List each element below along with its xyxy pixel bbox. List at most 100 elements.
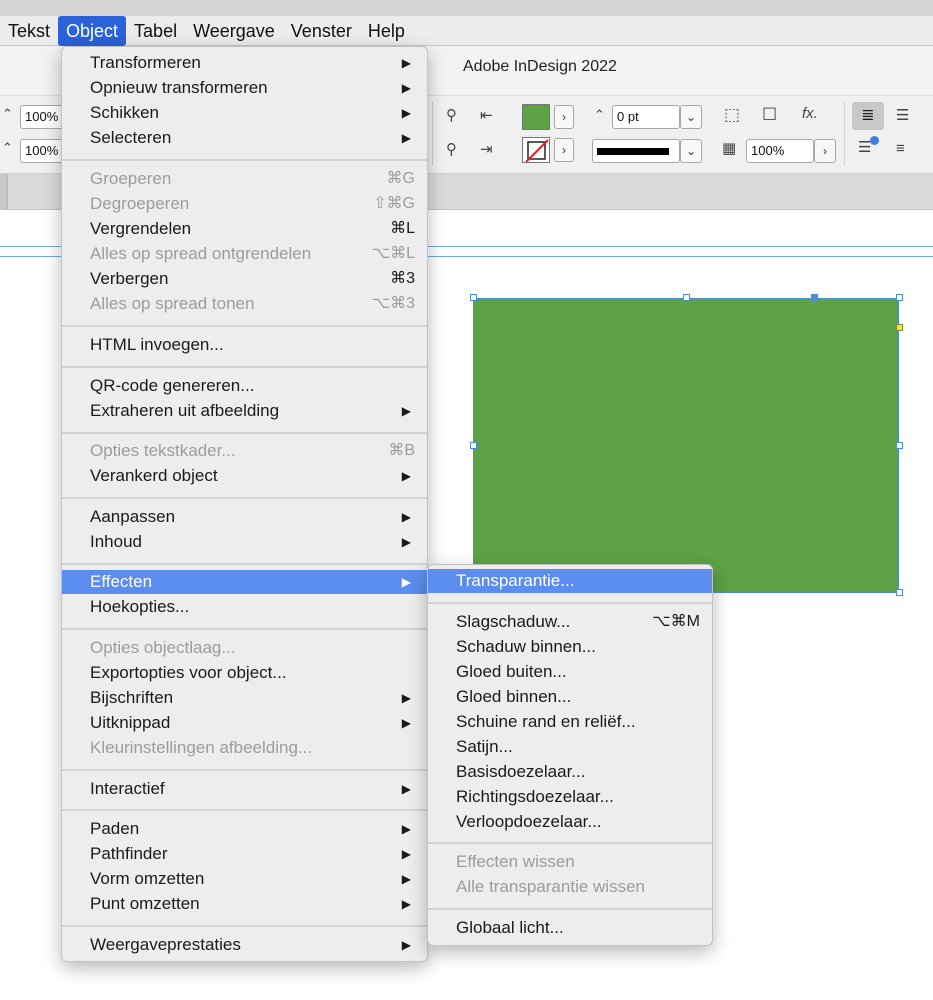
object-menu-item[interactable]: Weergaveprestaties ▶: [62, 933, 427, 957]
stepper-icon[interactable]: ⌃: [2, 140, 13, 156]
object-menu-item[interactable]: Inhoud ▶: [62, 530, 427, 554]
object-menu-item[interactable]: Hoekopties...: [62, 595, 427, 619]
menu-separator: [62, 925, 427, 927]
object-menu-item[interactable]: Schikken ▶: [62, 101, 427, 125]
opacity-dropdown[interactable]: ›: [814, 139, 836, 163]
select-content-icon[interactable]: ⚲: [446, 140, 457, 158]
menu-weergave[interactable]: Weergave: [185, 16, 283, 46]
selection-handle[interactable]: [896, 589, 903, 596]
object-menu-item[interactable]: Uitknippad ▶: [62, 711, 427, 735]
menu-item-label: Gloed buiten...: [456, 662, 567, 681]
selection-handle[interactable]: [470, 294, 477, 301]
menu-object[interactable]: Object: [58, 15, 127, 46]
menu-bar-top-strip: [0, 0, 933, 16]
text-wrap-none-button[interactable]: ≣: [852, 102, 884, 130]
effects-menu-item[interactable]: Slagschaduw... ⌥⌘M: [428, 610, 712, 634]
effects-menu-item[interactable]: Basisdoezelaar...: [428, 760, 712, 784]
object-menu-item[interactable]: Alles op spread ontgrendelen ⌥⌘L: [62, 242, 427, 266]
fill-swatch[interactable]: [522, 104, 550, 130]
object-menu-item[interactable]: Vorm omzetten ▶: [62, 867, 427, 891]
green-rectangle[interactable]: [473, 298, 899, 593]
object-menu-item[interactable]: Opties tekstkader... ⌘B: [62, 439, 427, 463]
object-menu-item[interactable]: HTML invoegen...: [62, 333, 427, 357]
stepper-icon[interactable]: ⌃: [2, 106, 13, 122]
effects-menu-item[interactable]: Gloed binnen...: [428, 685, 712, 709]
distribute-icon[interactable]: ⚲: [446, 106, 457, 124]
scale-x-field[interactable]: 100%: [20, 105, 64, 129]
object-menu-item[interactable]: Vergrendelen ⌘L: [62, 217, 427, 241]
select-next-icon[interactable]: ⇥: [480, 140, 493, 158]
object-menu-item[interactable]: Degroeperen ⇧⌘G: [62, 192, 427, 216]
stroke-type-dropdown[interactable]: ⌄: [680, 139, 702, 163]
menu-separator: [428, 602, 712, 604]
stroke-dropdown-button[interactable]: ›: [554, 138, 574, 162]
object-menu-item[interactable]: QR-code genereren...: [62, 374, 427, 398]
object-menu-item[interactable]: Transformeren ▶: [62, 51, 427, 75]
object-menu-item[interactable]: Exportopties voor object...: [62, 661, 427, 685]
fx-icon[interactable]: fx.: [802, 105, 818, 122]
menu-item-label: Gloed binnen...: [456, 687, 572, 706]
effects-menu-item[interactable]: Transparantie...: [428, 569, 712, 593]
menu-item-label: Aanpassen: [90, 507, 176, 526]
effects-menu-item[interactable]: Gloed buiten...: [428, 660, 712, 684]
object-menu-item[interactable]: Extraheren uit afbeelding ▶: [62, 399, 427, 423]
effects-menu-item[interactable]: Satijn...: [428, 735, 712, 759]
stroke-type-field[interactable]: [592, 139, 680, 163]
menu-help[interactable]: Help: [360, 16, 413, 46]
object-menu-item[interactable]: Selecteren ▶: [62, 126, 427, 150]
object-menu-item[interactable]: Verankerd object ▶: [62, 464, 427, 488]
effects-menu-item[interactable]: Richtingsdoezelaar...: [428, 785, 712, 809]
menu-separator: [428, 842, 712, 844]
object-menu-item[interactable]: Kleurinstellingen afbeelding...: [62, 736, 427, 760]
object-menu-item[interactable]: Paden ▶: [62, 817, 427, 841]
menu-venster[interactable]: Venster: [283, 16, 360, 46]
selection-handle[interactable]: [896, 294, 903, 301]
selection-handle[interactable]: [683, 294, 690, 301]
submenu-arrow-icon: ▶: [401, 716, 411, 730]
object-menu-item[interactable]: Verbergen ⌘3: [62, 267, 427, 291]
menu-item-shortcut: ⌥⌘L: [371, 245, 415, 262]
text-wrap-jump-icon[interactable]: ≡: [896, 140, 905, 157]
corner-options-handle[interactable]: [896, 324, 903, 331]
drop-shadow-icon[interactable]: ☐: [762, 105, 777, 125]
selection-handle[interactable]: [896, 442, 903, 449]
submenu-arrow-icon: ▶: [401, 938, 411, 952]
object-menu-item[interactable]: Groeperen ⌘G: [62, 167, 427, 191]
rotate-handle[interactable]: [811, 294, 818, 301]
object-menu-item[interactable]: Aanpassen ▶: [62, 505, 427, 529]
object-menu-item[interactable]: Opnieuw transformeren ▶: [62, 76, 427, 100]
object-menu-item[interactable]: Opties objectlaag...: [62, 636, 427, 660]
select-container-icon[interactable]: ⇤: [480, 106, 493, 124]
effects-menu-item[interactable]: Globaal licht...: [428, 916, 712, 940]
opacity-field[interactable]: 100%: [746, 139, 814, 163]
object-menu-item[interactable]: Punt omzetten ▶: [62, 892, 427, 916]
stroke-weight-dropdown[interactable]: ⌄: [680, 105, 702, 129]
menu-separator: [62, 159, 427, 161]
wrap-indicator-dot: [870, 136, 879, 145]
effects-menu-item[interactable]: Alle transparantie wissen: [428, 875, 712, 899]
object-menu-item[interactable]: Pathfinder ▶: [62, 842, 427, 866]
object-menu-item[interactable]: Effecten ▶: [62, 570, 427, 594]
tab-edge[interactable]: [0, 174, 8, 210]
stepper-icon[interactable]: ⌃: [594, 107, 605, 123]
effects-menu-item[interactable]: Effecten wissen: [428, 850, 712, 874]
menu-tekst[interactable]: Tekst: [0, 16, 58, 46]
scale-y-field[interactable]: 100%: [20, 139, 64, 163]
text-wrap-bounding-icon[interactable]: ☰: [896, 106, 909, 124]
menu-item-label: Schikken: [90, 103, 159, 122]
stroke-swatch[interactable]: [522, 137, 550, 163]
menu-tabel[interactable]: Tabel: [126, 16, 185, 46]
menu-item-label: Verbergen: [90, 269, 169, 288]
selection-handle[interactable]: [470, 442, 477, 449]
object-menu-item[interactable]: Interactief ▶: [62, 777, 427, 801]
effects-menu-item[interactable]: Schuine rand en reliëf...: [428, 710, 712, 734]
app-title: Adobe InDesign 2022: [463, 58, 617, 75]
fill-dropdown-button[interactable]: ›: [554, 105, 574, 129]
object-menu-item[interactable]: Bijschriften ▶: [62, 686, 427, 710]
effects-menu-item[interactable]: Schaduw binnen...: [428, 635, 712, 659]
effects-menu-item[interactable]: Verloopdoezelaar...: [428, 810, 712, 834]
frame-fitting-icon[interactable]: ⬚: [724, 105, 740, 125]
object-menu-item[interactable]: Alles op spread tonen ⌥⌘3: [62, 292, 427, 316]
stroke-weight-field[interactable]: 0 pt: [612, 105, 680, 129]
submenu-arrow-icon: ▶: [401, 691, 411, 705]
